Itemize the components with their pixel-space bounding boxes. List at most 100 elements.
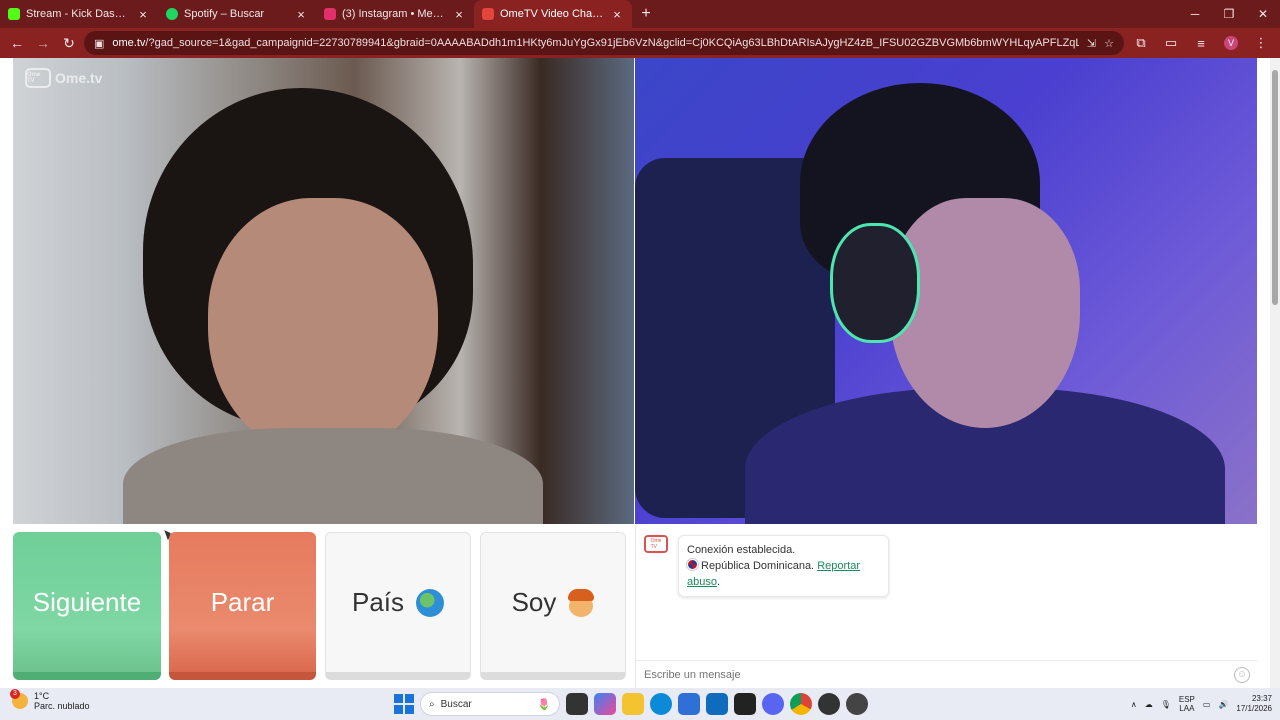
extensions-icon[interactable]: ⧉ bbox=[1128, 32, 1154, 54]
ometv-logo: Ome TV Ome.tv bbox=[25, 68, 102, 88]
language-indicator[interactable]: ESP LAA bbox=[1179, 695, 1195, 713]
ometv-icon bbox=[482, 8, 494, 20]
clock-time: 23:37 bbox=[1251, 694, 1272, 703]
back-icon[interactable]: ← bbox=[6, 32, 28, 54]
chrome-icon[interactable] bbox=[790, 693, 812, 715]
windows-start-icon[interactable] bbox=[394, 694, 414, 714]
gender-button-label: Soy bbox=[511, 587, 557, 617]
next-button-label: Siguiente bbox=[32, 586, 142, 617]
page-scrollbar[interactable] bbox=[1270, 58, 1280, 688]
microphone-icon[interactable]: 🎙 bbox=[1161, 700, 1171, 709]
weather-widget[interactable]: 3 1°C Parc. nublado bbox=[10, 689, 90, 711]
windows-taskbar: 3 1°C Parc. nublado ⌕ Buscar 🌷 ∧ ☁ 🎙 ESP… bbox=[0, 688, 1280, 720]
weather-icon: 3 bbox=[10, 689, 28, 709]
url-path: /?gad_source=1&gad_campaignid=2273078994… bbox=[145, 37, 1079, 49]
install-app-icon[interactable]: ⇲ bbox=[1087, 37, 1096, 50]
system-tray: ∧ ☁ 🎙 ESP LAA ▭ 🔊 23:37 17/1/2026 bbox=[1131, 692, 1272, 716]
clock[interactable]: 23:37 17/1/2026 bbox=[1236, 694, 1272, 714]
search-label: Buscar bbox=[440, 698, 472, 710]
taskbar-apps: ⌕ Buscar 🌷 bbox=[394, 692, 868, 716]
video-figure bbox=[123, 428, 543, 524]
country-button-label: País bbox=[351, 587, 405, 617]
message-input-bar: ☺ bbox=[636, 660, 1258, 688]
report-suffix: . bbox=[716, 576, 721, 588]
boy-icon bbox=[568, 588, 595, 617]
video-figure bbox=[890, 198, 1080, 428]
clock-date: 17/1/2026 bbox=[1236, 704, 1272, 713]
close-tab-icon[interactable]: × bbox=[294, 7, 308, 22]
file-explorer-icon[interactable] bbox=[622, 693, 644, 715]
emoji-icon[interactable]: ☺ bbox=[1234, 666, 1250, 683]
tv-icon: Ome TV bbox=[25, 68, 51, 88]
close-window-icon[interactable]: ✕ bbox=[1246, 0, 1280, 28]
country-filter-button[interactable]: País bbox=[325, 532, 471, 680]
copilot-icon[interactable] bbox=[594, 693, 616, 715]
tab-title: Stream - Kick Dashboard bbox=[26, 8, 130, 20]
video-figure bbox=[830, 223, 920, 343]
scrollbar-thumb[interactable] bbox=[1272, 70, 1278, 305]
site-info-icon[interactable]: ▣ bbox=[94, 37, 104, 50]
avatar: V bbox=[1224, 36, 1238, 50]
close-tab-icon[interactable]: × bbox=[452, 7, 466, 22]
cast-icon[interactable]: ▭ bbox=[1158, 32, 1184, 54]
close-tab-icon[interactable]: × bbox=[610, 7, 624, 22]
country-name: República Dominicana. bbox=[701, 560, 815, 572]
window-controls: ─ ❐ ✕ bbox=[1178, 0, 1280, 28]
ometv-chat-icon: Ome TV bbox=[644, 535, 668, 553]
tab-title: Spotify – Buscar bbox=[184, 8, 265, 20]
taskbar-search[interactable]: ⌕ Buscar 🌷 bbox=[420, 692, 560, 716]
globe-icon bbox=[416, 588, 445, 617]
menu-icon[interactable]: ⋮ bbox=[1248, 32, 1274, 54]
address-bar[interactable]: ▣ ome.tv/?gad_source=1&gad_campaignid=22… bbox=[84, 31, 1124, 55]
stop-button-label: Parar bbox=[210, 586, 275, 617]
ometv-page: Ome TV Ome.tv Siguiente Parar País Soy O… bbox=[0, 58, 1270, 688]
search-icon: ⌕ bbox=[429, 698, 435, 710]
next-button[interactable]: Siguiente bbox=[13, 532, 161, 680]
browser-toolbar: ← → ↻ ▣ ome.tv/?gad_source=1&gad_campaig… bbox=[0, 28, 1280, 58]
gender-button[interactable]: Soy bbox=[480, 532, 626, 680]
discord-icon[interactable] bbox=[762, 693, 784, 715]
url-text: ome.tv/?gad_source=1&gad_campaignid=2273… bbox=[112, 37, 1079, 49]
streaming-app-icon[interactable] bbox=[846, 693, 868, 715]
task-view-icon[interactable] bbox=[566, 693, 588, 715]
logo-text: Ome.tv bbox=[55, 70, 103, 86]
profile-button[interactable]: V bbox=[1218, 32, 1244, 54]
forward-icon[interactable]: → bbox=[32, 32, 54, 54]
lang-code: ESP bbox=[1178, 695, 1195, 704]
tab-kick[interactable]: Stream - Kick Dashboard × bbox=[0, 0, 158, 28]
weather-temp: 1°C bbox=[34, 691, 50, 701]
speaker-icon[interactable]: 🔊 bbox=[1218, 700, 1228, 709]
browser-tab-bar: Stream - Kick Dashboard × Spotify – Busc… bbox=[0, 0, 1280, 28]
cloud-icon[interactable]: ☁ bbox=[1145, 700, 1153, 709]
edge-icon[interactable] bbox=[650, 693, 672, 715]
restore-icon[interactable]: ❐ bbox=[1212, 0, 1246, 28]
minimize-icon[interactable]: ─ bbox=[1178, 0, 1212, 28]
url-host: ome.tv bbox=[112, 37, 146, 49]
stop-button[interactable]: Parar bbox=[169, 532, 316, 680]
tab-spotify[interactable]: Spotify – Buscar × bbox=[158, 0, 316, 28]
connection-status: Conexión establecida. bbox=[687, 544, 796, 556]
display-icon[interactable]: ▭ bbox=[1203, 700, 1211, 709]
message-input[interactable] bbox=[644, 668, 1234, 681]
store-icon[interactable] bbox=[678, 693, 700, 715]
close-tab-icon[interactable]: × bbox=[136, 7, 150, 22]
dominican-flag-icon bbox=[686, 558, 699, 571]
video-figure bbox=[208, 198, 438, 458]
bookmark-star-icon[interactable]: ☆ bbox=[1104, 37, 1114, 50]
system-message: Conexión establecida. República Dominica… bbox=[678, 535, 889, 597]
lang-layout: LAA bbox=[1179, 704, 1195, 713]
kick-icon bbox=[8, 8, 20, 20]
outlook-icon[interactable] bbox=[706, 693, 728, 715]
obs-icon[interactable] bbox=[818, 693, 840, 715]
spotify-icon bbox=[166, 8, 178, 20]
new-tab-button[interactable]: + bbox=[632, 0, 660, 28]
instagram-icon bbox=[324, 8, 336, 20]
reload-icon[interactable]: ↻ bbox=[58, 32, 80, 54]
chevron-up-icon[interactable]: ∧ bbox=[1131, 700, 1137, 709]
tulips-icon: 🌷 bbox=[537, 698, 551, 711]
media-controls-icon[interactable]: ≡ bbox=[1188, 32, 1214, 54]
self-video bbox=[635, 58, 1257, 524]
tab-instagram[interactable]: (3) Instagram • Mensajes × bbox=[316, 0, 474, 28]
tab-ometv[interactable]: OmeTV Video Chat — Ome × bbox=[474, 0, 632, 28]
epic-games-icon[interactable] bbox=[734, 693, 756, 715]
